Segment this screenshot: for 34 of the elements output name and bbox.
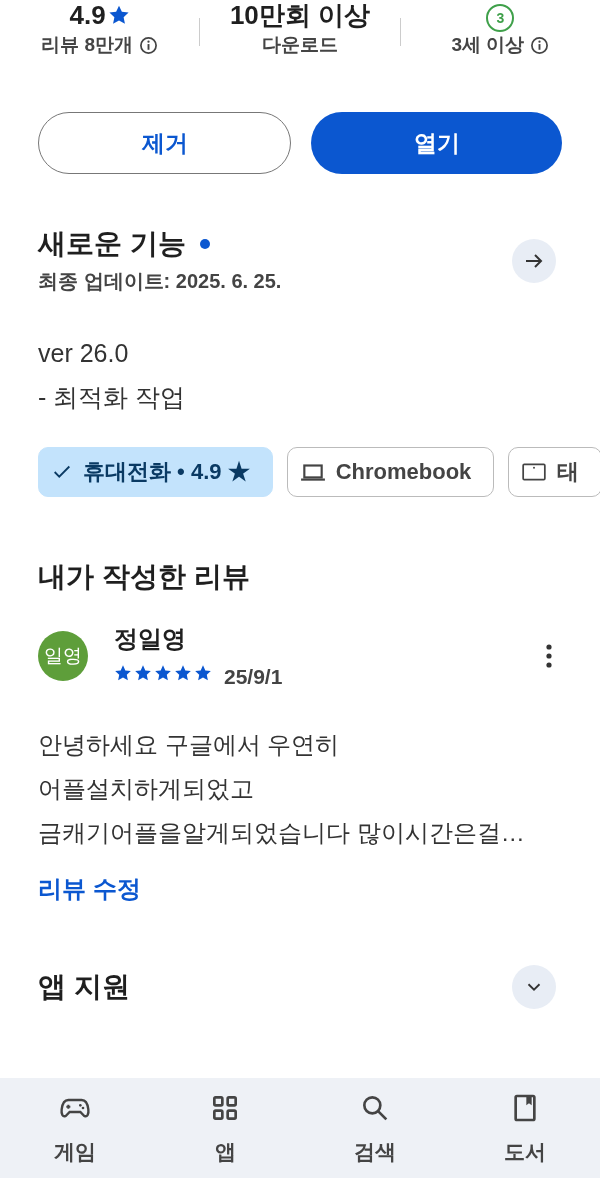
uninstall-button[interactable]: 제거	[38, 112, 291, 174]
section-title: 앱 지원	[38, 970, 130, 1004]
open-button[interactable]: 열기	[311, 112, 562, 174]
release-note: ver 26.0	[38, 338, 130, 369]
stat-label: 리뷰 8만개	[41, 33, 134, 57]
nav-tab[interactable]: 검색	[300, 1078, 450, 1178]
arrow-button[interactable]	[512, 238, 556, 283]
stat-label: 다운로드	[262, 33, 338, 57]
age-rating-badge: 3	[486, 4, 515, 32]
edit-review-link[interactable]: 리뷰 수정	[38, 873, 141, 905]
nav-tab[interactable]: 게임	[0, 1078, 150, 1178]
star-icon	[174, 664, 192, 682]
device-chip[interactable]: 휴대전화 • 4.9 ★	[38, 447, 273, 497]
section-title: 내가 작성한 리뷰	[38, 560, 251, 594]
download-count: 10만회 이상	[229, 0, 371, 30]
section-title: 새로운 기능	[38, 227, 186, 261]
nav-tab[interactable]: 도서	[450, 1078, 600, 1178]
update-date: 최종 업데이트: 2025. 6. 25.	[38, 269, 282, 294]
avatar: 일영	[38, 631, 88, 681]
release-note: - 최적화 작업	[38, 382, 187, 413]
star-icon	[114, 664, 132, 682]
star-icon	[154, 664, 172, 682]
stat-label: 3세 이상	[451, 33, 525, 57]
device-chip[interactable]: 태	[508, 447, 600, 497]
device-chip[interactable]: Chromebook	[286, 447, 495, 497]
review-text: 안녕하세요 구글에서 우연히 어플설치하게되었고 금캐기어플을알게되었습니다 많이시간은걸…	[38, 730, 526, 848]
star-icon	[107, 4, 130, 26]
rating-value: 4.9	[69, 0, 106, 30]
reviewer-name: 정일영	[114, 624, 187, 654]
review-date: 25/9/1	[224, 664, 283, 689]
star-icon	[194, 664, 212, 682]
star-icon	[134, 664, 152, 682]
more-icon	[546, 644, 552, 668]
nav-tab[interactable]: 앱	[150, 1078, 300, 1178]
